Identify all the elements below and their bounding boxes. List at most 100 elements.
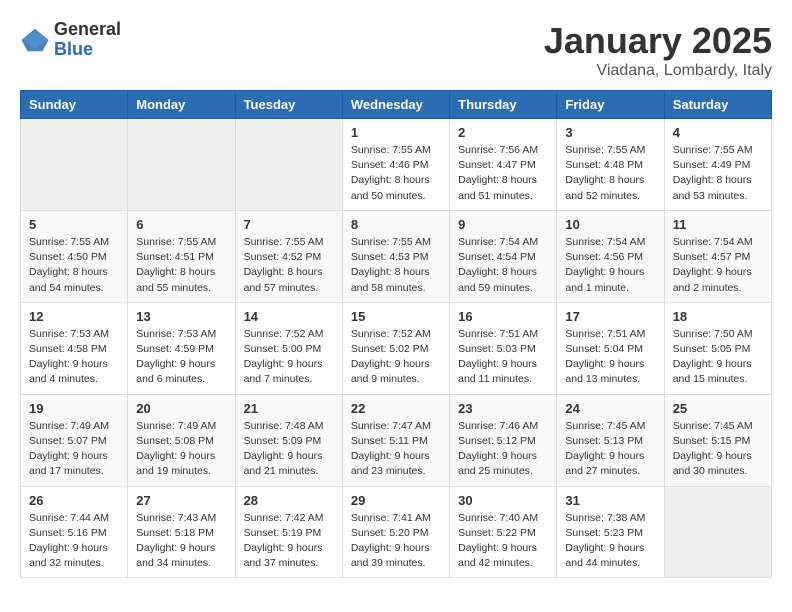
day-number: 30 [458,493,548,508]
day-info: Sunrise: 7:45 AM Sunset: 5:13 PM Dayligh… [565,419,655,480]
day-number: 19 [29,401,119,416]
day-info: Sunrise: 7:43 AM Sunset: 5:18 PM Dayligh… [136,511,226,572]
calendar-cell: 29 Sunrise: 7:41 AM Sunset: 5:20 PM Dayli… [342,486,449,578]
day-number: 24 [565,401,655,416]
calendar-cell: 7Sunrise: 7:55 AM Sunset: 4:52 PM Daylig… [235,210,342,302]
logo-blue-text: Blue [54,40,121,60]
calendar-cell: 21Sunrise: 7:48 AM Sunset: 5:09 PM Dayli… [235,394,342,486]
calendar-cell: 18 Sunrise: 7:50 AM Sunset: 5:05 PM Dayli… [664,302,771,394]
calendar-cell: 25Sunrise: 7:45 AM Sunset: 5:15 PM Dayli… [664,394,771,486]
day-info: Sunrise: 7:38 AM Sunset: 5:23 PM Dayligh… [565,511,655,572]
day-info: Sunrise: 7:44 AM Sunset: 5:16 PM Dayligh… [29,511,119,572]
calendar-cell: 28 Sunrise: 7:42 AM Sunset: 5:19 PM Dayli… [235,486,342,578]
calendar-cell: 8 Sunrise: 7:55 AM Sunset: 4:53 PM Daylig… [342,210,449,302]
day-info: Sunrise: 7:52 AM Sunset: 5:02 PM Dayligh… [351,327,441,388]
day-number: 17 [565,309,655,324]
day-number: 5 [29,217,119,232]
day-info: Sunrise: 7:51 AM Sunset: 5:03 PM Dayligh… [458,327,548,388]
day-number: 3 [565,125,655,140]
weekday-header: Monday [128,91,235,119]
day-info: Sunrise: 7:48 AM Sunset: 5:09 PM Dayligh… [244,419,334,480]
day-number: 28 [244,493,334,508]
calendar-cell: 2Sunrise: 7:56 AM Sunset: 4:47 PM Daylig… [450,119,557,211]
calendar-cell: 11Sunrise: 7:54 AM Sunset: 4:57 PM Dayli… [664,210,771,302]
calendar-cell: 19 Sunrise: 7:49 AM Sunset: 5:07 PM Dayli… [21,394,128,486]
day-number: 8 [351,217,441,232]
calendar-cell: 17 Sunrise: 7:51 AM Sunset: 5:04 PM Dayli… [557,302,664,394]
calendar-cell: 5 Sunrise: 7:55 AM Sunset: 4:50 PM Daylig… [21,210,128,302]
calendar-subtitle: Viadana, Lombardy, Italy [544,62,772,80]
day-info: Sunrise: 7:42 AM Sunset: 5:19 PM Dayligh… [244,511,334,572]
calendar-cell: 24 Sunrise: 7:45 AM Sunset: 5:13 PM Dayli… [557,394,664,486]
weekday-header: Friday [557,91,664,119]
day-info: Sunrise: 7:49 AM Sunset: 5:07 PM Dayligh… [29,419,119,480]
day-number: 26 [29,493,119,508]
day-number: 12 [29,309,119,324]
calendar-cell [21,119,128,211]
calendar-cell: 4Sunrise: 7:55 AM Sunset: 4:49 PM Daylig… [664,119,771,211]
day-info: Sunrise: 7:40 AM Sunset: 5:22 PM Dayligh… [458,511,548,572]
weekday-header: Sunday [21,91,128,119]
weekday-header: Wednesday [342,91,449,119]
day-number: 9 [458,217,548,232]
calendar-cell: 13 Sunrise: 7:53 AM Sunset: 4:59 PM Dayli… [128,302,235,394]
calendar-cell: 20Sunrise: 7:49 AM Sunset: 5:08 PM Dayli… [128,394,235,486]
calendar-cell: 15 Sunrise: 7:52 AM Sunset: 5:02 PM Dayli… [342,302,449,394]
day-info: Sunrise: 7:56 AM Sunset: 4:47 PM Dayligh… [458,143,548,204]
day-number: 18 [673,309,763,324]
day-info: Sunrise: 7:55 AM Sunset: 4:46 PM Dayligh… [351,143,441,204]
day-info: Sunrise: 7:52 AM Sunset: 5:00 PM Dayligh… [244,327,334,388]
calendar-week-row: 19 Sunrise: 7:49 AM Sunset: 5:07 PM Dayli… [21,394,772,486]
calendar-week-row: 12Sunrise: 7:53 AM Sunset: 4:58 PM Dayli… [21,302,772,394]
day-info: Sunrise: 7:46 AM Sunset: 5:12 PM Dayligh… [458,419,548,480]
day-info: Sunrise: 7:49 AM Sunset: 5:08 PM Dayligh… [136,419,226,480]
day-info: Sunrise: 7:53 AM Sunset: 4:59 PM Dayligh… [136,327,226,388]
day-info: Sunrise: 7:55 AM Sunset: 4:48 PM Dayligh… [565,143,655,204]
day-info: Sunrise: 7:55 AM Sunset: 4:50 PM Dayligh… [29,235,119,296]
calendar-cell: 26 Sunrise: 7:44 AM Sunset: 5:16 PM Dayli… [21,486,128,578]
calendar-cell: 1 Sunrise: 7:55 AM Sunset: 4:46 PM Daylig… [342,119,449,211]
day-info: Sunrise: 7:55 AM Sunset: 4:53 PM Dayligh… [351,235,441,296]
calendar-cell: 16Sunrise: 7:51 AM Sunset: 5:03 PM Dayli… [450,302,557,394]
day-number: 23 [458,401,548,416]
day-info: Sunrise: 7:41 AM Sunset: 5:20 PM Dayligh… [351,511,441,572]
calendar-cell: 23 Sunrise: 7:46 AM Sunset: 5:12 PM Dayli… [450,394,557,486]
logo: General Blue [20,20,121,60]
calendar-cell [235,119,342,211]
weekday-header: Thursday [450,91,557,119]
calendar-cell: 22 Sunrise: 7:47 AM Sunset: 5:11 PM Dayli… [342,394,449,486]
day-info: Sunrise: 7:54 AM Sunset: 4:56 PM Dayligh… [565,235,655,296]
calendar-cell: 3 Sunrise: 7:55 AM Sunset: 4:48 PM Daylig… [557,119,664,211]
calendar-week-row: 26 Sunrise: 7:44 AM Sunset: 5:16 PM Dayli… [21,486,772,578]
day-number: 14 [244,309,334,324]
day-info: Sunrise: 7:47 AM Sunset: 5:11 PM Dayligh… [351,419,441,480]
calendar-cell: 9 Sunrise: 7:54 AM Sunset: 4:54 PM Daylig… [450,210,557,302]
day-info: Sunrise: 7:54 AM Sunset: 4:57 PM Dayligh… [673,235,763,296]
weekday-header-row: SundayMondayTuesdayWednesdayThursdayFrid… [21,91,772,119]
day-number: 15 [351,309,441,324]
day-number: 4 [673,125,763,140]
logo-text: General Blue [54,20,121,60]
day-number: 6 [136,217,226,232]
day-info: Sunrise: 7:51 AM Sunset: 5:04 PM Dayligh… [565,327,655,388]
calendar-cell: 30 Sunrise: 7:40 AM Sunset: 5:22 PM Dayli… [450,486,557,578]
calendar-table: SundayMondayTuesdayWednesdayThursdayFrid… [20,90,772,578]
logo-icon [20,25,50,55]
day-info: Sunrise: 7:55 AM Sunset: 4:51 PM Dayligh… [136,235,226,296]
calendar-cell [664,486,771,578]
day-number: 29 [351,493,441,508]
day-info: Sunrise: 7:54 AM Sunset: 4:54 PM Dayligh… [458,235,548,296]
day-info: Sunrise: 7:50 AM Sunset: 5:05 PM Dayligh… [673,327,763,388]
weekday-header: Tuesday [235,91,342,119]
calendar-cell: 12Sunrise: 7:53 AM Sunset: 4:58 PM Dayli… [21,302,128,394]
calendar-title: January 2025 [544,20,772,62]
calendar-cell [128,119,235,211]
calendar-cell: 14 Sunrise: 7:52 AM Sunset: 5:00 PM Dayli… [235,302,342,394]
calendar-week-row: 1 Sunrise: 7:55 AM Sunset: 4:46 PM Daylig… [21,119,772,211]
calendar-cell: 10Sunrise: 7:54 AM Sunset: 4:56 PM Dayli… [557,210,664,302]
day-number: 7 [244,217,334,232]
calendar-cell: 27Sunrise: 7:43 AM Sunset: 5:18 PM Dayli… [128,486,235,578]
day-number: 13 [136,309,226,324]
day-number: 1 [351,125,441,140]
day-number: 22 [351,401,441,416]
